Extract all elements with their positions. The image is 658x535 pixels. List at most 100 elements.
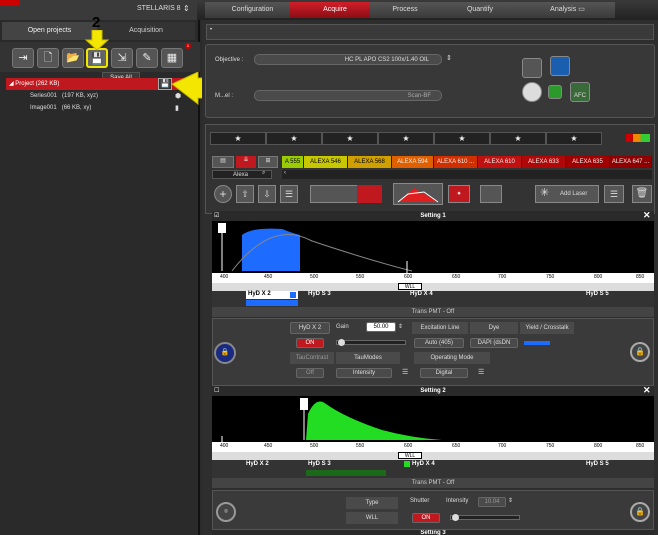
project-save-icon[interactable]: 💾: [158, 78, 172, 90]
shutter-label: Shutter: [410, 498, 430, 504]
gain-slider[interactable]: [336, 340, 406, 345]
grid-view-icon[interactable]: ▦: [161, 48, 183, 68]
dye-chip[interactable]: ALEXA 647 ...: [610, 156, 652, 168]
star-icon[interactable]: ★: [490, 132, 546, 145]
dye-chip[interactable]: ALEXA 610: [478, 156, 522, 168]
intensity-stepper-icon[interactable]: ⇕: [508, 497, 513, 504]
remove-icon[interactable]: ⇊: [236, 156, 256, 168]
shutter-on-toggle[interactable]: ON: [412, 513, 440, 523]
wave-mode-icon[interactable]: [357, 185, 382, 203]
checkbox-icon[interactable]: ☑: [214, 212, 219, 219]
detector-on-toggle[interactable]: ON: [296, 338, 324, 348]
star-icon[interactable]: ★: [378, 132, 434, 145]
intensity-input[interactable]: 10.04: [478, 497, 506, 507]
list-icon[interactable]: ☰: [402, 368, 408, 376]
list-icon[interactable]: ☰: [280, 185, 298, 203]
window-icon: ▭: [578, 6, 585, 13]
close-icon[interactable]: ✕: [643, 210, 651, 221]
tree-item-image[interactable]: Image001 (66 KB, xy): [30, 105, 91, 111]
logo: [0, 0, 20, 6]
list-icon[interactable]: ▤: [212, 156, 234, 168]
tick: 600: [404, 443, 413, 449]
detector-label[interactable]: HyD X 4: [410, 291, 433, 297]
dye-chip[interactable]: ALEXA 568: [348, 156, 392, 168]
tab-process[interactable]: Process: [370, 2, 440, 18]
expand-icon[interactable]: ◢: [9, 81, 14, 87]
eraser-icon[interactable]: ⬩: [448, 185, 470, 203]
detector-label[interactable]: HyD S 5: [586, 291, 609, 297]
type-label: Type: [346, 497, 398, 509]
menu-icon[interactable]: ☰: [604, 185, 624, 203]
grid-icon[interactable]: ⊞: [258, 156, 278, 168]
dye-chip[interactable]: ALEXA 546: [304, 156, 348, 168]
list-icon[interactable]: ☰: [478, 368, 484, 376]
rename-icon[interactable]: ✎: [136, 48, 158, 68]
lock-icon[interactable]: 🔒: [214, 342, 236, 364]
tab-acquire[interactable]: Acquire: [290, 2, 380, 18]
tab-quantify[interactable]: Quantify: [440, 2, 520, 18]
excitation-select[interactable]: Auto (405): [414, 338, 464, 348]
detector-range-bar[interactable]: [246, 300, 298, 306]
checkbox-icon[interactable]: ☐: [214, 387, 219, 394]
download-icon[interactable]: ⇩: [258, 185, 276, 203]
book-icon[interactable]: [550, 56, 570, 76]
lock-icon[interactable]: 🔒: [630, 342, 650, 362]
detector-label[interactable]: HyD S 3: [308, 461, 331, 467]
afc-button[interactable]: AFC: [570, 82, 590, 102]
star-icon[interactable]: ★: [210, 132, 266, 145]
dye-chip[interactable]: A 555: [282, 156, 304, 168]
dye-label: Dye: [470, 322, 518, 334]
lock-icon[interactable]: 🔒: [630, 502, 650, 522]
dye-chip[interactable]: ALEXA 594: [392, 156, 434, 168]
project-label: Project (262 KB): [15, 81, 60, 87]
reel-icon[interactable]: [522, 82, 542, 102]
trash-icon[interactable]: 🗑: [632, 185, 652, 203]
dye-scrollbar[interactable]: ‹: [282, 170, 652, 179]
system-name[interactable]: STELLARIS 8: [137, 5, 181, 12]
objective-select[interactable]: HC PL APO CS2 100x/1.40 OIL: [254, 54, 442, 65]
scan-mode-select[interactable]: Scan-BF: [254, 90, 442, 101]
type-value: WLL: [346, 512, 398, 524]
close-icon[interactable]: ✕: [643, 385, 651, 396]
detector-label[interactable]: HyD X 2: [246, 461, 269, 467]
shield-icon[interactable]: [548, 85, 562, 99]
dye-chip[interactable]: ALEXA 635: [566, 156, 610, 168]
setting-2-axis: [212, 442, 654, 452]
system-stepper-icon[interactable]: ⇕: [183, 4, 190, 13]
taucontrast-toggle[interactable]: Off: [296, 368, 324, 378]
dye-chip[interactable]: ALEXA 633: [522, 156, 566, 168]
taumodes-select[interactable]: Intensity: [336, 368, 392, 378]
detector-name: HyD X 2: [290, 322, 330, 334]
minus-button[interactable]: [522, 58, 542, 78]
star-icon[interactable]: ★: [322, 132, 378, 145]
star-icon[interactable]: ★: [266, 132, 322, 145]
detector-label[interactable]: HyD S 3: [308, 291, 331, 297]
wll-marker[interactable]: WLL: [398, 452, 422, 459]
wll-marker[interactable]: WLL: [398, 283, 422, 290]
add-icon[interactable]: +: [214, 185, 232, 203]
dye-select[interactable]: DAPI (dsDN: [470, 338, 518, 348]
detector-label[interactable]: HyD S 5: [586, 461, 609, 467]
gain-input[interactable]: 50.00: [366, 322, 396, 332]
tab-configuration[interactable]: Configuration: [205, 2, 300, 18]
tab-analysis[interactable]: Analysis ▭: [520, 2, 615, 18]
tree-item-series[interactable]: Series001 (197 KB, xyz): [30, 93, 98, 99]
color-palette-icon[interactable]: [480, 185, 502, 203]
intensity-slider-thumb[interactable]: [452, 514, 459, 521]
gain-slider-thumb[interactable]: [338, 339, 345, 346]
detector-label[interactable]: HyD X 4: [412, 461, 435, 467]
operating-mode-select[interactable]: Digital: [420, 368, 468, 378]
intensity-slider[interactable]: [450, 515, 520, 520]
panel-header: [206, 24, 654, 40]
new-project-icon[interactable]: 🗋: [37, 48, 59, 68]
star-icon[interactable]: ★: [546, 132, 602, 145]
dye-chip[interactable]: ALEXA 610 ...: [434, 156, 478, 168]
objective-stepper-icon[interactable]: ⇕: [446, 54, 452, 62]
tld-icon[interactable]: ⌾: [216, 502, 236, 522]
spectrum-button[interactable]: [393, 183, 443, 205]
gain-stepper-icon[interactable]: ⇕: [398, 323, 403, 330]
detector-range-bar[interactable]: [306, 470, 386, 476]
upload-icon[interactable]: ⇧: [236, 185, 254, 203]
import-icon[interactable]: ⇥: [12, 48, 34, 68]
star-icon[interactable]: ★: [434, 132, 490, 145]
